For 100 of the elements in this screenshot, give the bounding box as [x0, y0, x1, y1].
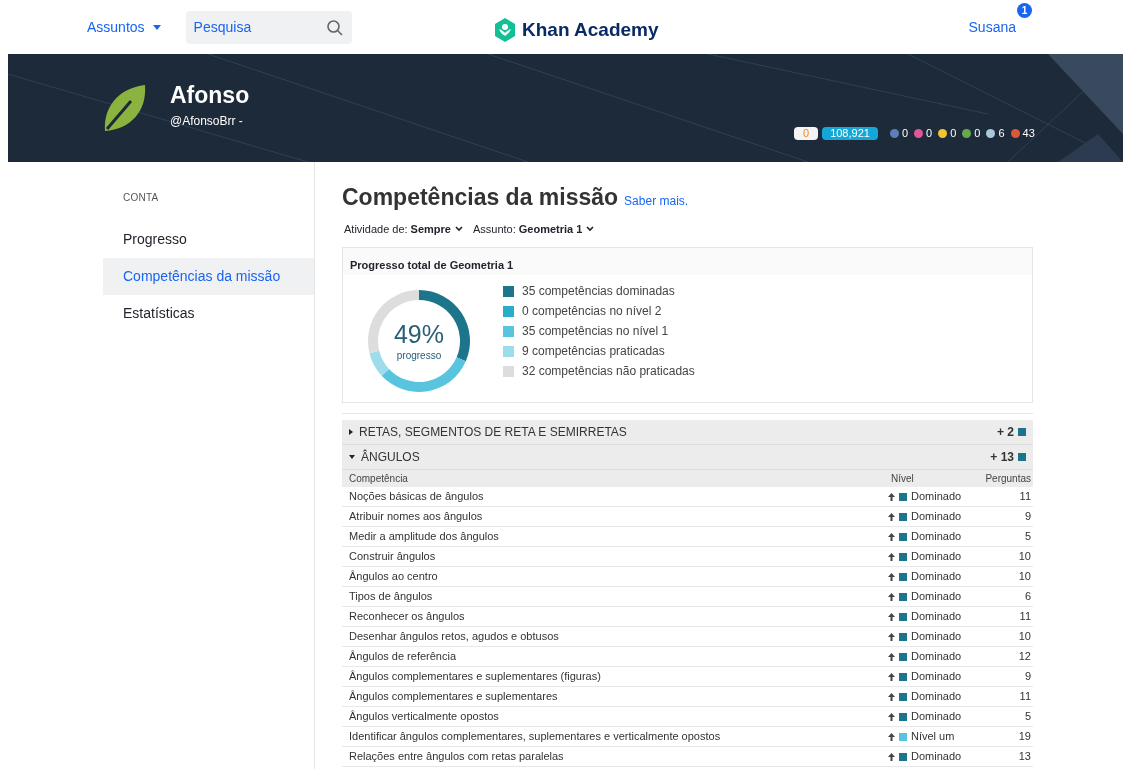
column-header: Competência — [349, 472, 409, 486]
questions-count: 11 — [1018, 609, 1031, 625]
mastery-swatch-icon — [1018, 428, 1026, 436]
skill-name[interactable]: Medir a amplitude dos ângulos — [349, 528, 888, 545]
questions-count: 11 — [1018, 689, 1031, 705]
arrow-up-icon — [888, 532, 895, 541]
sidebar-item[interactable]: Progresso — [103, 221, 314, 258]
filter-label: Assunto: — [472, 221, 516, 237]
arrow-up-icon — [888, 612, 895, 621]
legend-swatch — [503, 365, 514, 377]
caret-icon — [152, 24, 161, 30]
badge-count: 0 — [926, 126, 933, 141]
progress-card-title: Progresso total de Geometria 1 — [343, 248, 1032, 275]
legend-swatch — [503, 325, 514, 337]
badge-count: 0 — [901, 126, 908, 141]
legend-swatch — [503, 285, 514, 297]
questions-count: 10 — [1017, 549, 1031, 565]
progress-percent: 49% — [393, 319, 444, 348]
logo-text[interactable]: Khan Academy — [522, 16, 659, 45]
legend-label: 0 competências no nível 2 — [522, 303, 662, 320]
filter-label: Atividade de: — [344, 221, 408, 237]
badge-count: 6 — [998, 126, 1005, 141]
skill-name[interactable]: Atribuir nomes aos ângulos — [349, 508, 888, 525]
column-header: Nível — [890, 472, 915, 486]
arrow-up-icon — [888, 652, 895, 661]
questions-count: 9 — [1023, 669, 1031, 685]
skill-name[interactable]: Construir ângulos — [349, 548, 888, 565]
skill-name[interactable]: Identificar ângulos complementares, suplementares e verticalmente opostos — [349, 728, 888, 745]
skill-name[interactable]: Relações entre ângulos com retas paralelas — [349, 748, 888, 765]
badge-count: 0 — [950, 126, 957, 141]
arrow-up-icon — [888, 752, 895, 761]
arrow-up-icon — [888, 692, 895, 701]
level-label: Dominado — [911, 529, 963, 545]
skill-name[interactable]: Ângulos complementares e suplementares (figuras) — [349, 668, 888, 685]
arrow-up-icon — [888, 512, 895, 521]
arrow-up-icon — [888, 592, 895, 601]
arrow-up-icon — [888, 552, 895, 561]
legend-label: 35 competências dominadas — [522, 283, 675, 300]
filter-dropdown[interactable]: Sempre — [410, 220, 463, 237]
profile-name: Afonso — [170, 80, 250, 110]
skill-name[interactable]: Reconhecer os ângulos — [349, 608, 888, 625]
progress-caption: progresso — [396, 348, 442, 363]
chevron-icon — [586, 225, 595, 232]
user-menu[interactable]: Susana — [968, 17, 1016, 38]
level-label: Dominado — [911, 629, 963, 645]
arrow-up-icon — [888, 492, 895, 501]
level-label: Dominado — [911, 569, 963, 585]
skill-name[interactable]: Ângulos complementares e suplementares — [349, 688, 888, 705]
level-label: Dominado — [911, 649, 963, 665]
questions-count: 6 — [1023, 589, 1031, 605]
level-label: Nível um — [911, 729, 956, 745]
section-header[interactable]: ÂNGULOS + 13 — [342, 445, 1033, 470]
legend-label: 35 competências no nível 1 — [522, 323, 669, 340]
questions-count: 10 — [1017, 629, 1031, 645]
section-gain: + 13 — [990, 449, 1014, 466]
badge-count: 43 — [1022, 126, 1035, 141]
sidebar-item[interactable]: Estatísticas — [103, 295, 314, 332]
level-label: Dominado — [911, 589, 963, 605]
level-label: Dominado — [911, 749, 963, 765]
chevron-icon — [454, 225, 463, 232]
skill-name[interactable]: Ângulos de referência — [349, 648, 888, 665]
arrow-up-icon — [888, 712, 895, 721]
filter-dropdown[interactable]: Geometria 1 — [518, 220, 595, 237]
level-label: Dominado — [911, 489, 963, 505]
section-title: ÂNGULOS — [361, 448, 420, 466]
notification-badge: 1 — [1017, 3, 1032, 18]
arrow-up-icon — [888, 632, 895, 641]
questions-count: 9 — [1023, 509, 1031, 525]
column-header: Perguntas — [984, 472, 1031, 486]
skill-name[interactable]: Noções básicas de ângulos — [349, 488, 888, 505]
arrow-up-icon — [888, 672, 895, 681]
questions-count: 5 — [1023, 709, 1031, 725]
questions-count: 13 — [1017, 749, 1031, 765]
questions-count: 12 — [1017, 649, 1031, 665]
level-label: Dominado — [911, 509, 963, 525]
arrow-up-icon — [888, 732, 895, 741]
section-header[interactable]: RETAS, SEGMENTOS DE RETA E SEMIRRETAS + 2 — [342, 420, 1033, 445]
level-label: Dominado — [911, 669, 963, 685]
section-title: RETAS, SEGMENTOS DE RETA E SEMIRRETAS — [359, 424, 627, 441]
level-label: Dominado — [911, 549, 963, 565]
sidebar-heading: CONTA — [122, 191, 160, 205]
section-gain: + 2 — [997, 424, 1014, 441]
page-title: Competências da missão — [342, 183, 619, 212]
profile-username: @AfonsoBrr - — [170, 113, 244, 131]
skill-name[interactable]: Ângulos verticalmente opostos — [349, 708, 888, 725]
level-label: Dominado — [911, 609, 963, 625]
questions-count: 11 — [1018, 489, 1031, 505]
legend-swatch — [503, 345, 514, 357]
level-label: Dominado — [911, 689, 963, 705]
skill-name[interactable]: Desenhar ângulos retos, agudos e obtusos — [349, 628, 888, 645]
skill-name[interactable]: Tipos de ângulos — [349, 588, 888, 605]
learn-more-link[interactable]: Saber mais. — [624, 192, 689, 210]
search-field[interactable]: Pesquisa — [185, 10, 352, 44]
leaf-avatar-icon — [103, 83, 147, 133]
subjects-menu[interactable]: Assuntos — [87, 16, 161, 38]
sidebar-item[interactable]: Competências da missão — [103, 258, 314, 295]
arrow-up-icon — [888, 572, 895, 581]
questions-count: 10 — [1017, 569, 1031, 585]
logo-icon — [494, 18, 516, 43]
skill-name[interactable]: Ângulos ao centro — [349, 568, 888, 585]
